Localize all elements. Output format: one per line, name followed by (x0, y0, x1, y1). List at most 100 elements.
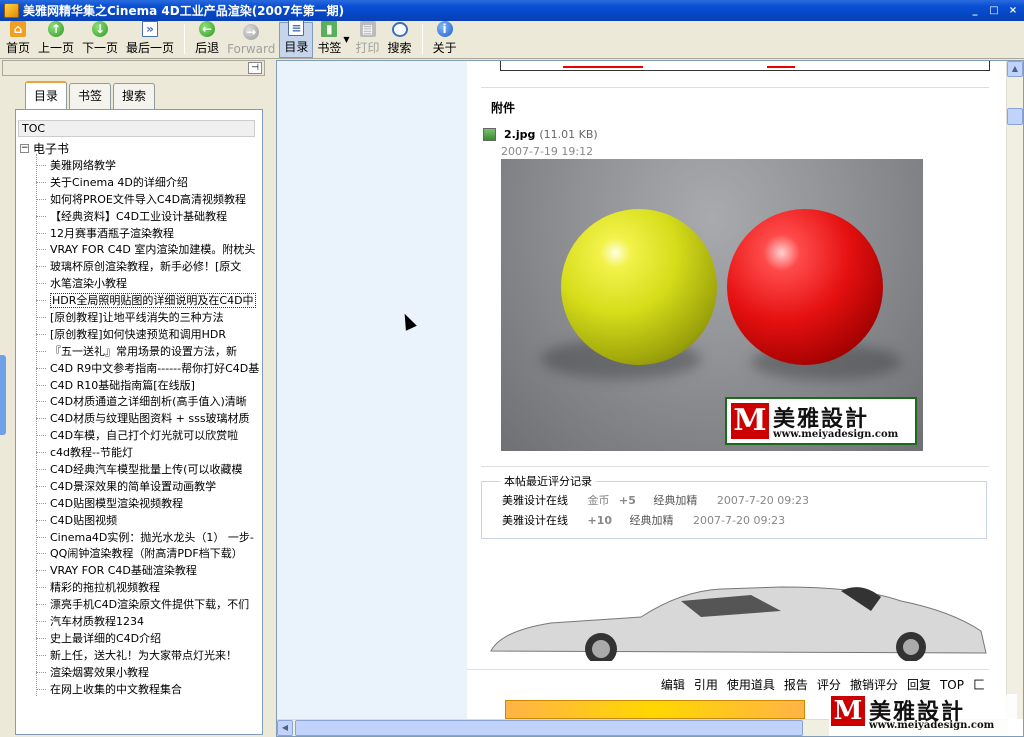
previous-table-frame (500, 61, 990, 71)
prev-page-button[interactable]: ↑ 上一页 (34, 21, 78, 58)
post-action-link[interactable]: 匚 (973, 676, 985, 693)
toc-item[interactable]: 精彩的拖拉机视频教程 (36, 579, 261, 596)
rating-user[interactable]: 美雅设计在线 (502, 514, 568, 527)
forward-icon: → (243, 24, 260, 40)
bookmark-dropdown-icon[interactable]: ▼ (343, 35, 349, 44)
tab-search[interactable]: 搜索 (113, 83, 156, 109)
toc-item[interactable]: Cinema4D实例：抛光水龙头（1） 一步- (36, 529, 261, 546)
toc-item[interactable]: C4D R9中文参考指南------帮你打好C4D基 (36, 360, 261, 377)
attachment-heading: 附件 (491, 101, 516, 115)
post-action-link[interactable]: 使用道具 (727, 676, 775, 693)
post-action-link[interactable]: 引用 (694, 676, 718, 693)
toc-item[interactable]: 新上任，送大礼！为大家带点灯光来！ (36, 647, 261, 664)
maximize-button[interactable]: □ (986, 4, 1002, 18)
rating-user[interactable]: 美雅设计在线 (502, 494, 568, 507)
toc-item[interactable]: 关于Cinema 4D的详细介绍 (36, 174, 261, 191)
title-bar[interactable]: 美雅网精华集之Cinema 4D工业产品渲染(2007年第一期) _ □ × (0, 0, 1024, 21)
toc-tree[interactable]: TOC − 电子书 美雅网络教学 关于Cinema 4D的详细介绍 如何将PROE文… (15, 109, 263, 735)
toc-item[interactable]: 12月赛事酒瓶子渲染教程 (36, 225, 261, 242)
ad-banner[interactable] (505, 700, 805, 719)
toolbar-separator (184, 24, 186, 54)
logo-mark: M (731, 403, 769, 439)
rating-row: 美雅设计在线 +10 经典加精 2007-7-20 09:23 (502, 512, 785, 528)
toc-item[interactable]: [原创教程]如何快速预览和调用HDR (36, 326, 261, 343)
page-left-column (277, 61, 467, 719)
rating-date: 2007-7-20 09:23 (716, 494, 809, 507)
toc-item[interactable]: 如何将PROE文件导入C4D高清视频教程 (36, 191, 261, 208)
post-action-link[interactable]: 撤销评分 (850, 676, 898, 693)
toc-item[interactable]: 渲染烟雾效果小教程 (36, 664, 261, 681)
toc-item[interactable]: 漂亮手机C4D渲染原文件提供下载，不们 (36, 596, 261, 613)
panel-grip[interactable] (0, 355, 6, 435)
toc-item[interactable]: c4d教程--节能灯 (36, 444, 261, 461)
scroll-thumb[interactable] (1007, 108, 1023, 125)
toc-item[interactable]: C4D贴图模型渲染视频教程 (36, 495, 261, 512)
search-button[interactable]: 搜索 (384, 22, 416, 58)
back-button[interactable]: ← 后退 (191, 21, 223, 58)
rating-log: 本帖最近评分记录 美雅设计在线 金币 +5 经典加精 2007-7-20 09:… (481, 473, 987, 539)
toc-item[interactable]: HDR全局照明贴图的详细说明及在C4D中 (36, 292, 261, 309)
toc-item[interactable]: C4D R10基础指南篇[在线版] (36, 377, 261, 394)
rating-value: +10 (587, 514, 613, 527)
collapse-icon[interactable]: − (20, 144, 29, 153)
forward-button[interactable]: → Forward (223, 22, 279, 58)
scroll-up-icon[interactable]: ▲ (1007, 61, 1023, 77)
toc-item[interactable]: 玻璃杯原创渲染教程，新手必修！[原文 (36, 258, 261, 275)
toc-item[interactable]: C4D材质与纹理贴图资料 + sss玻璃材质 (36, 410, 261, 427)
panel-header: ⊣ (2, 60, 265, 76)
rating-date: 2007-7-20 09:23 (693, 514, 786, 527)
toc-item[interactable]: C4D经典汽车模型批量上传(可以收藏模 (36, 461, 261, 478)
post-action-link[interactable]: 回复 (907, 676, 931, 693)
divider (481, 466, 989, 467)
rating-type: 金币 (587, 494, 610, 507)
red-ball (727, 209, 883, 365)
scroll-left-icon[interactable]: ◀ (277, 720, 293, 736)
post-action-link[interactable]: 评分 (817, 676, 841, 693)
toc-item[interactable]: 汽车材质教程1234 (36, 613, 261, 630)
tab-bookmarks[interactable]: 书签 (69, 83, 112, 109)
toc-item[interactable]: 在网上收集的中文教程集合 (36, 681, 261, 698)
toc-item[interactable]: 史上最详细的C4D介绍 (36, 630, 261, 647)
navigation-panel: ⊣ 目录 书签 搜索 TOC − 电子书 美雅网络教学 关于Cinema 4D的详… (0, 60, 267, 737)
last-page-button[interactable]: » 最后一页 (122, 21, 178, 58)
back-icon: ← (199, 21, 216, 37)
horizontal-scroll-thumb[interactable] (295, 720, 803, 736)
pin-icon[interactable]: ⊣ (248, 62, 262, 74)
next-page-button[interactable]: ↓ 下一页 (78, 21, 122, 58)
post-action-link[interactable]: 报告 (784, 676, 808, 693)
last-page-icon: » (142, 21, 159, 37)
toc-item[interactable]: 『五一送礼』常用场景的设置方法，新 (36, 343, 261, 360)
toc-item[interactable]: 美雅网络教学 (36, 157, 261, 174)
bookmark-button[interactable]: ▮ 书签 (313, 21, 345, 58)
toc-item[interactable]: QQ闹钟渲染教程（附高清PDF档下载） (36, 545, 261, 562)
toc-icon: ≡ (288, 20, 305, 36)
toolbar: ⌂ 首页 ↑ 上一页 ↓ 下一页 » 最后一页 ← 后退 → Forward ≡ 目录 ▮ 书签… (0, 20, 1024, 59)
toc-item[interactable]: VRAY FOR C4D 室内渲染加建模。附枕头 (36, 241, 261, 258)
toc-item[interactable]: C4D贴图视频 (36, 512, 261, 529)
toc-item[interactable]: C4D景深效果的简单设置动画教学 (36, 478, 261, 495)
home-button[interactable]: ⌂ 首页 (2, 21, 34, 58)
toc-button[interactable]: ≡ 目录 (279, 20, 314, 58)
attachment-link[interactable]: 2.jpg (504, 128, 535, 141)
toc-item[interactable]: 水笔渲染小教程 (36, 275, 261, 292)
attachment-file: 2.jpg (11.01 KB) (483, 128, 598, 141)
tree-root[interactable]: − 电子书 (20, 140, 69, 157)
toc-header: TOC (18, 120, 255, 137)
print-button[interactable]: ▤ 打印 (352, 21, 384, 58)
about-button[interactable]: i 关于 (429, 21, 461, 58)
post-action-link[interactable]: TOP (940, 678, 964, 692)
toc-item[interactable]: VRAY FOR C4D基础渲染教程 (36, 562, 261, 579)
vertical-scrollbar[interactable]: ▲ (1006, 61, 1023, 719)
panel-splitter[interactable] (267, 60, 276, 737)
minimize-button[interactable]: _ (967, 4, 983, 18)
attachment-image[interactable]: M 美雅設計 www.meiyadesign.com (501, 159, 923, 451)
close-button[interactable]: × (1005, 4, 1021, 18)
tab-toc[interactable]: 目录 (25, 81, 68, 109)
toc-item[interactable]: C4D车模，自己打个灯光就可以欣赏啦 (36, 427, 261, 444)
toc-item[interactable]: C4D材质通道之详细剖析(高手值入)清晰 (36, 393, 261, 410)
yellow-ball (561, 209, 717, 365)
info-icon: i (436, 21, 453, 37)
toc-item[interactable]: [原创教程]让地平线消失的三种方法 (36, 309, 261, 326)
toc-item[interactable]: 【经典资料】C4D工业设计基础教程 (36, 208, 261, 225)
post-action-link[interactable]: 编辑 (661, 676, 685, 693)
